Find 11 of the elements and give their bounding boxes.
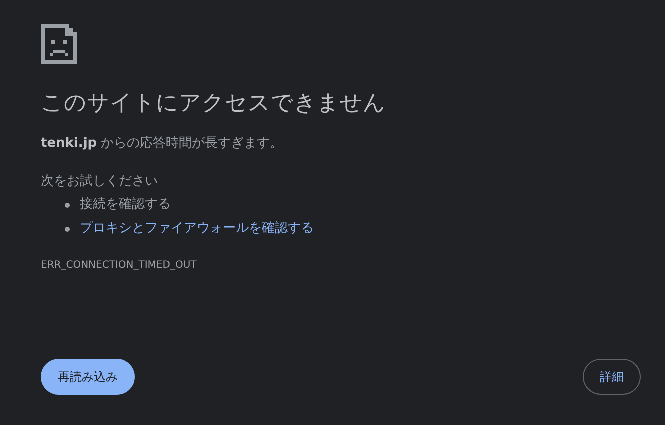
error-title: このサイトにアクセスできません [41, 90, 387, 118]
suggestion-link[interactable]: プロキシとファイアウォールを確認する [80, 220, 314, 238]
sad-page-icon [41, 24, 77, 64]
suggestion-text: 接続を確認する [80, 196, 171, 214]
error-message: tenki.jp からの応答時間が長すぎます。 [41, 135, 284, 152]
error-code: ERR_CONNECTION_TIMED_OUT [41, 260, 198, 271]
details-button[interactable]: 詳細 [583, 359, 641, 395]
bullet-icon [65, 226, 70, 232]
reload-button[interactable]: 再読み込み [41, 359, 135, 395]
bullet-icon [65, 202, 70, 208]
suggestions-heading: 次をお試しください [41, 173, 159, 190]
